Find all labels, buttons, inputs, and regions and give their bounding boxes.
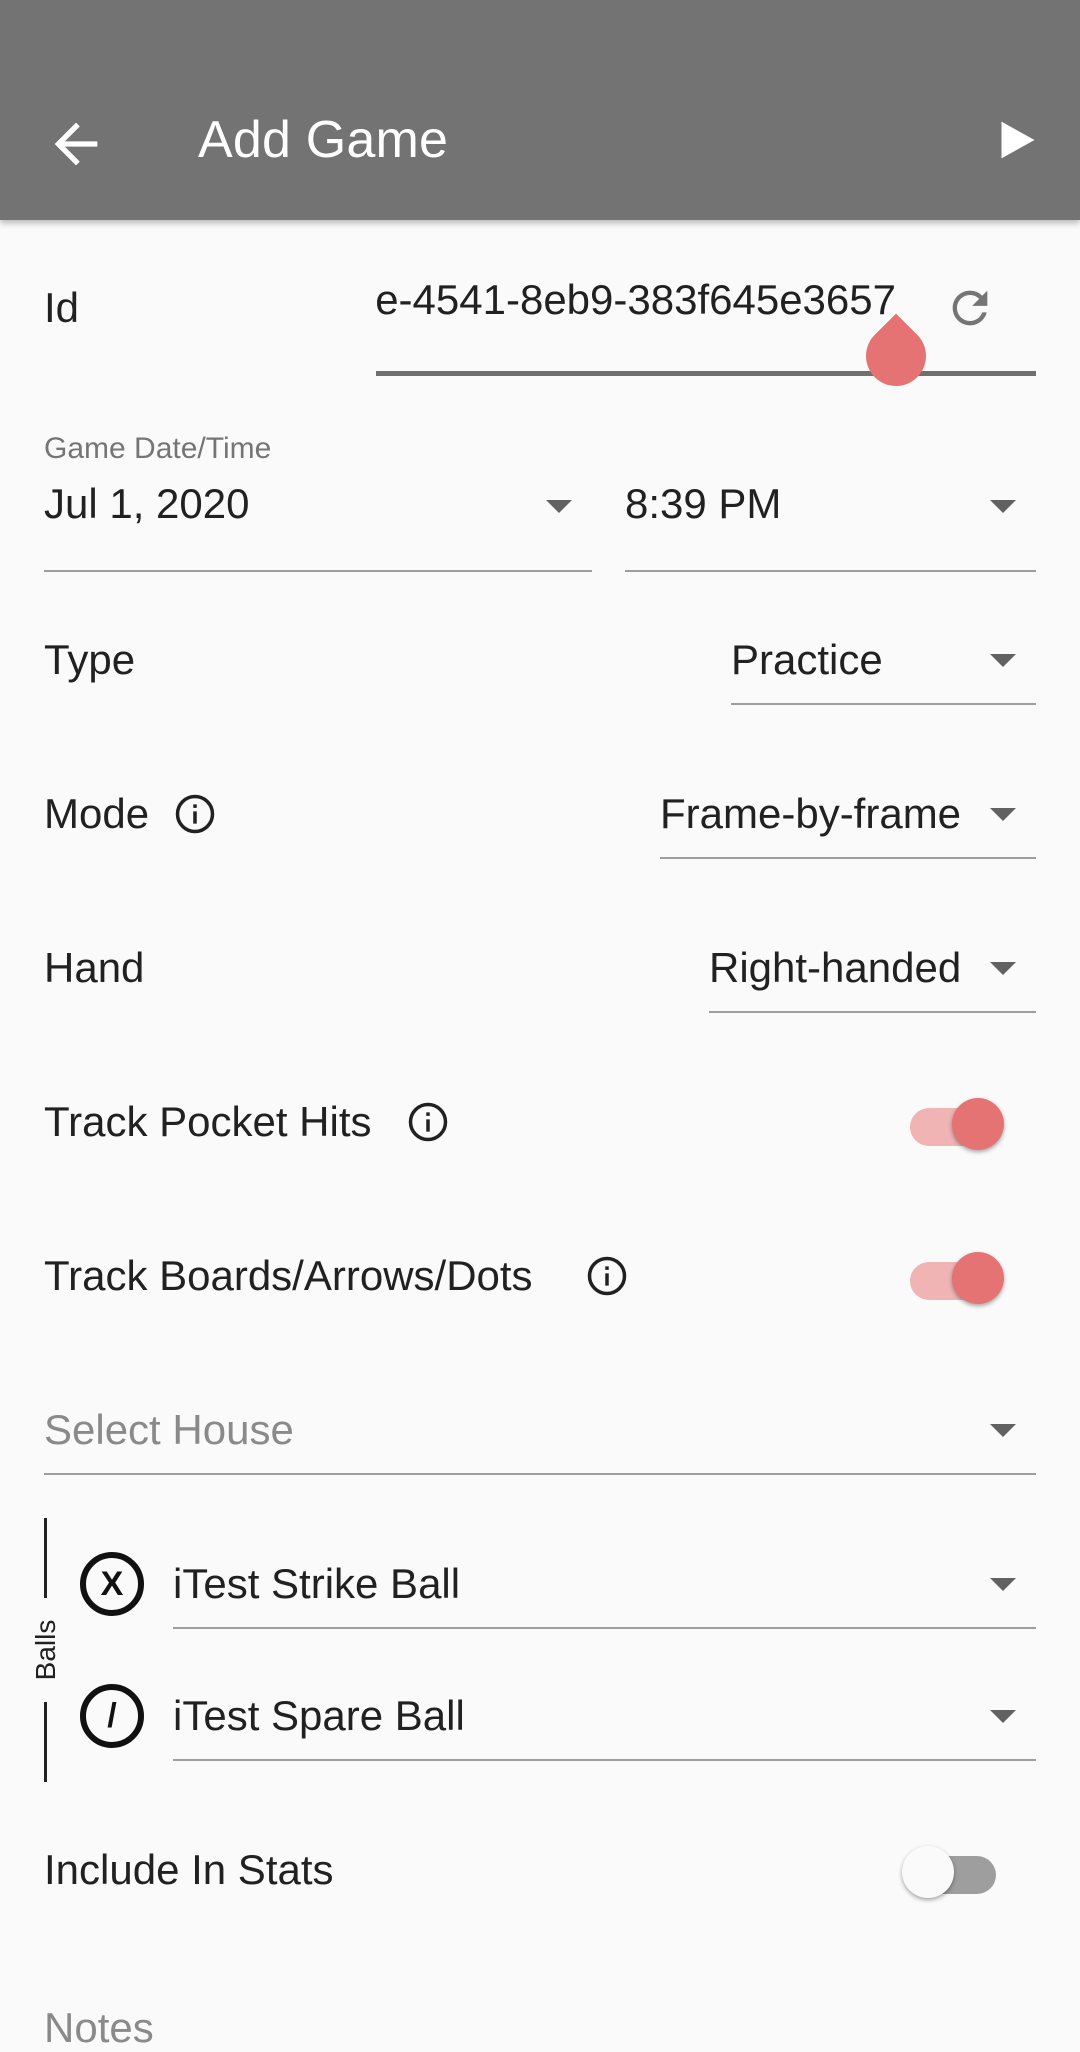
toggle-thumb — [952, 1252, 1004, 1304]
app-bar: Add Game — [0, 0, 1080, 220]
hand-underline — [709, 1011, 1036, 1013]
balls-bracket — [44, 1702, 47, 1782]
strike-ball-underline — [173, 1627, 1036, 1629]
include-stats-toggle[interactable] — [902, 1840, 1002, 1900]
notes-label[interactable]: Notes — [44, 2004, 154, 2052]
arrow-back-icon[interactable] — [44, 112, 108, 176]
mode-underline — [660, 857, 1036, 859]
balls-bracket — [44, 1518, 47, 1598]
caret-down-icon — [990, 1578, 1016, 1591]
track-boards-label: Track Boards/Arrows/Dots — [44, 1252, 533, 1299]
caret-down-icon — [990, 1710, 1016, 1723]
house-placeholder: Select House — [44, 1406, 294, 1453]
info-icon[interactable] — [407, 1101, 449, 1143]
spare-ball-value: iTest Spare Ball — [173, 1692, 465, 1739]
time-underline — [625, 570, 1036, 572]
balls-label: Balls — [30, 1619, 61, 1681]
date-underline — [44, 570, 592, 572]
id-label: Id — [44, 284, 80, 331]
date-value: Jul 1, 2020 — [44, 480, 250, 527]
id-value: a2f1c9d0-7b3e-4541-8eb9-383f645e3657 — [376, 276, 896, 323]
caret-down-icon — [546, 500, 572, 513]
play-icon[interactable] — [996, 118, 1040, 162]
hand-value: Right-handed — [709, 944, 962, 991]
info-icon[interactable] — [586, 1255, 628, 1297]
type-value: Practice — [731, 636, 883, 683]
time-value: 8:39 PM — [625, 480, 782, 527]
caret-down-icon — [990, 654, 1016, 667]
info-icon[interactable] — [174, 793, 216, 835]
mode-label: Mode — [44, 790, 150, 837]
caret-down-icon — [990, 808, 1016, 821]
type-label: Type — [44, 636, 136, 683]
include-stats-label: Include In Stats — [44, 1846, 334, 1893]
caret-down-icon — [990, 500, 1016, 513]
toggle-thumb — [952, 1098, 1004, 1150]
strike-ball-value: iTest Strike Ball — [173, 1560, 461, 1607]
date-time-label: Game Date/Time — [44, 432, 272, 465]
refresh-icon[interactable] — [944, 282, 996, 334]
toggle-thumb — [902, 1846, 954, 1898]
caret-down-icon — [990, 962, 1016, 975]
id-input[interactable]: a2f1c9d0-7b3e-4541-8eb9-383f645e3657 — [376, 270, 896, 340]
id-underline — [376, 371, 1036, 376]
type-underline — [731, 703, 1036, 705]
page-title: Add Game — [198, 111, 449, 169]
track-pocket-toggle[interactable] — [904, 1092, 1004, 1152]
spare-ball-icon: / — [80, 1684, 144, 1748]
spare-ball-underline — [173, 1759, 1036, 1761]
hand-label: Hand — [44, 944, 145, 991]
track-pocket-label: Track Pocket Hits — [44, 1098, 372, 1145]
house-underline — [44, 1473, 1036, 1475]
track-boards-toggle[interactable] — [904, 1246, 1004, 1306]
caret-down-icon — [990, 1424, 1016, 1437]
strike-ball-icon: X — [80, 1552, 144, 1616]
mode-value: Frame-by-frame — [660, 790, 962, 837]
